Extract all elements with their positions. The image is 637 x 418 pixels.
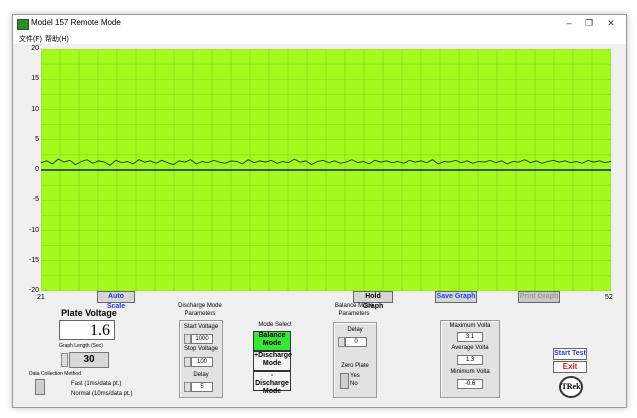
restore-icon[interactable]: ❐	[581, 17, 597, 30]
y-axis: 20 15 10 5 0 -5 -10 -15 -20	[13, 45, 43, 305]
zero-plate-no-label: No	[350, 381, 358, 387]
discharge-params-title: Discharge Mode Parameters	[178, 303, 222, 317]
zero-plate-label: Zero Plate	[341, 363, 369, 369]
start-voltage-input[interactable]: 1000	[191, 334, 213, 344]
save-graph-button[interactable]: Save Graph	[435, 291, 477, 303]
graph-length-spinner[interactable]	[61, 353, 68, 367]
avg-voltage-label: Average Volta	[451, 345, 489, 351]
start-voltage-label: Start Voltage	[183, 324, 219, 330]
data-collection-switch[interactable]	[35, 379, 45, 395]
plate-voltage-display: 1.6	[59, 320, 115, 340]
y-tick-label: 0	[35, 166, 39, 173]
zero-plate-yes-label: Yes	[350, 373, 360, 379]
close-icon[interactable]: ✕	[603, 17, 619, 30]
stop-voltage-input[interactable]: 100	[191, 357, 213, 367]
balance-delay-input[interactable]: 0	[345, 337, 367, 347]
auto-scale-button[interactable]: Auto Scale	[97, 291, 135, 310]
stop-voltage-spinner[interactable]	[184, 357, 191, 367]
voltage-chart	[41, 49, 611, 291]
print-graph-button[interactable]: Print Graph	[518, 291, 560, 303]
plus-discharge-mode-button[interactable]: +Discharge Mode	[253, 351, 292, 371]
title-bar: Model 157 Remote Mode – ❐ ✕	[13, 15, 626, 33]
y-tick-label: -10	[28, 226, 39, 234]
app-window: Model 157 Remote Mode – ❐ ✕ 文件(F) 帮助(H) …	[12, 14, 627, 408]
discharge-params-panel: Start Voltage 1000 Stop Voltage 100 Dela…	[179, 320, 223, 398]
discharge-delay-label: Delay	[193, 372, 209, 378]
start-test-button[interactable]: Start Test	[553, 348, 587, 360]
y-tick-label: -20	[28, 287, 39, 294]
max-voltage-label: Maximum Volta	[449, 323, 491, 329]
graph-length-input[interactable]: 30	[69, 352, 109, 368]
balance-delay-spinner[interactable]	[338, 337, 345, 347]
y-tick-label: 15	[31, 75, 39, 83]
data-collection-label: Data Collection Method	[29, 371, 81, 377]
start-voltage-spinner[interactable]	[184, 334, 191, 344]
plate-voltage-label: Plate Voltage	[61, 308, 117, 318]
discharge-delay-spinner[interactable]	[184, 382, 191, 392]
avg-voltage-display: 1.3	[457, 355, 483, 365]
y-tick-label: -5	[32, 196, 39, 204]
stop-voltage-label: Stop Voltage	[183, 346, 219, 352]
minimize-icon[interactable]: –	[561, 17, 577, 30]
y-tick-label: -15	[28, 256, 39, 264]
balance-delay-label: Delay	[347, 327, 363, 333]
y-tick-label: 10	[31, 105, 39, 113]
app-icon	[17, 19, 29, 30]
voltage-stats-panel: Maximum Volta 3.1 Average Volta 1.3 Mini…	[440, 320, 500, 398]
exit-button[interactable]: Exit	[553, 361, 587, 373]
balance-mode-button[interactable]: Balance Mode	[253, 331, 291, 351]
graph-length-label: Graph Length (Sec)	[59, 343, 103, 349]
mode-select-label: Mode Select	[258, 322, 292, 328]
zero-plate-switch[interactable]	[340, 373, 349, 389]
x-axis-end-label: 52	[605, 294, 613, 301]
y-tick-label: 20	[31, 45, 39, 52]
trek-logo: TRek	[559, 376, 583, 398]
minus-discharge-mode-button[interactable]: -Discharge Mode	[253, 371, 291, 395]
min-voltage-label: Minimum Volta	[450, 369, 490, 375]
discharge-delay-input[interactable]: 5	[191, 382, 213, 392]
balance-params-panel: Delay 0 Zero Plate Yes No	[333, 322, 377, 398]
x-axis-start-label: 21	[37, 294, 45, 301]
max-voltage-display: 3.1	[457, 332, 483, 342]
window-title: Model 157 Remote Mode	[31, 18, 121, 27]
min-voltage-display: -0.6	[457, 379, 483, 389]
fast-mode-label: Fast (1ms/data pt.)	[71, 381, 122, 387]
normal-mode-label: Normal (10ms/data pt.)	[71, 391, 133, 397]
y-tick-label: 5	[35, 135, 39, 143]
menu-bar: 文件(F) 帮助(H)	[13, 33, 626, 44]
balance-params-title: Balance Mode Parameters	[334, 303, 374, 317]
menu-file[interactable]: 文件(F)	[19, 34, 42, 44]
menu-help[interactable]: 帮助(H)	[45, 34, 69, 44]
